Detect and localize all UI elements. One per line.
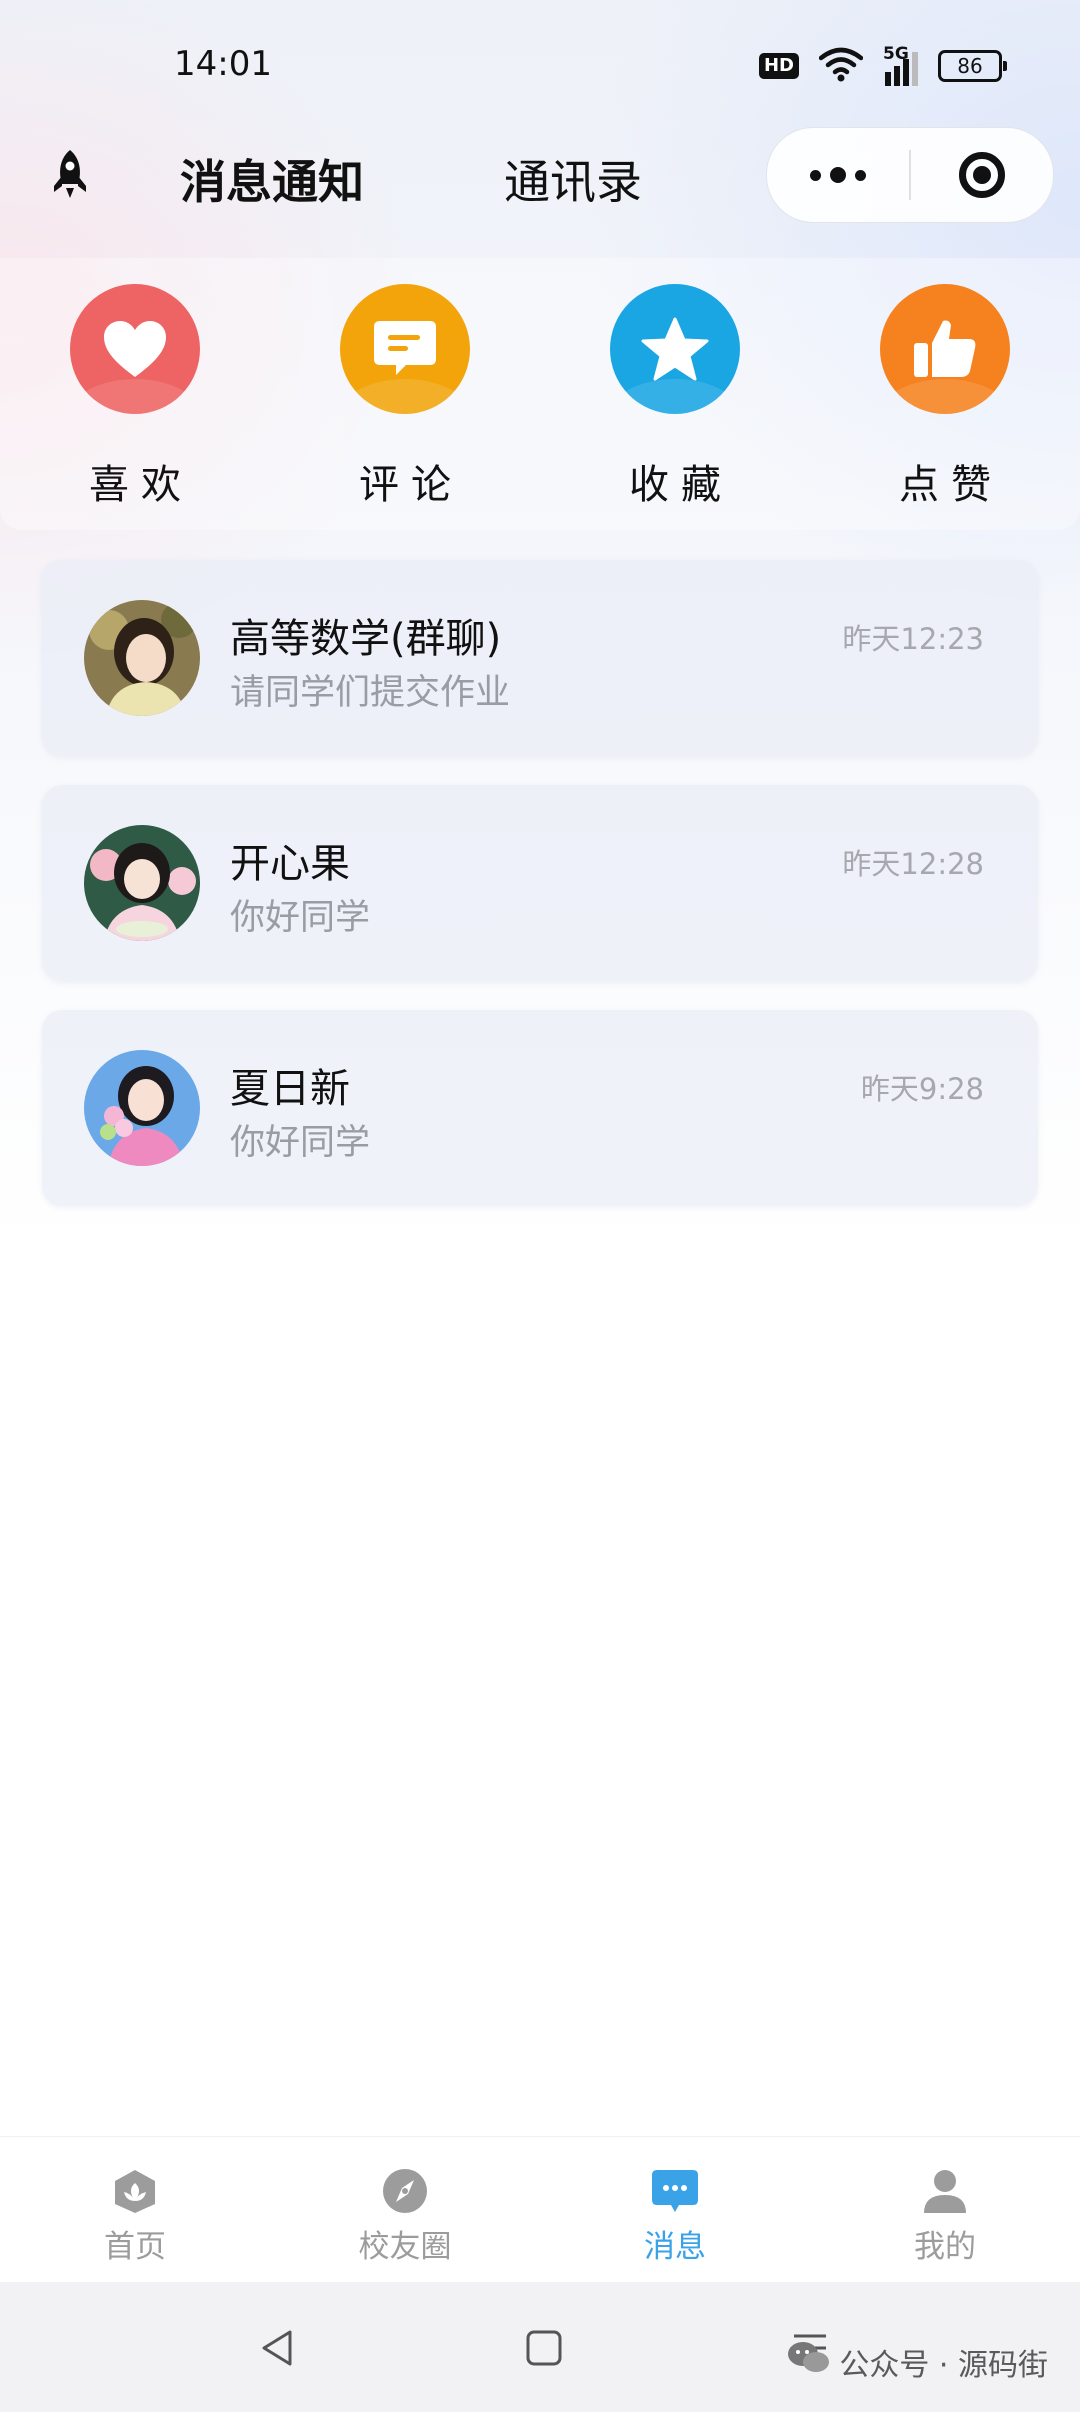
quick-action-label: 评论 — [359, 462, 463, 508]
quick-actions-panel: 喜欢 评论 收藏 点赞 — [0, 258, 1080, 530]
miniprogram-capsule — [766, 127, 1054, 223]
conversation-preview: 你好同学 — [230, 898, 371, 938]
rocket-icon[interactable] — [42, 148, 98, 204]
quick-action-thumbs-up[interactable]: 点赞 — [855, 284, 1035, 510]
back-icon[interactable] — [248, 2318, 308, 2378]
conversation-time: 昨天9:28 — [860, 1072, 984, 1106]
conversation-time: 昨天12:28 — [842, 847, 984, 881]
hd-badge: HD — [758, 53, 799, 79]
quick-action-label: 点赞 — [899, 462, 1003, 508]
nav-item-messages[interactable]: 消息 — [575, 2167, 775, 2266]
wifi-icon — [818, 46, 864, 86]
watermark: 公众号 · 源码街 — [787, 2340, 1048, 2384]
nav-item-alumni-circle[interactable]: 校友圈 — [305, 2167, 505, 2266]
conversation-item[interactable]: 开心果 你好同学 昨天12:28 — [42, 785, 1038, 981]
avatar — [84, 825, 200, 941]
nav-label: 我的 — [914, 2229, 976, 2265]
conversation-title: 高等数学(群聊) — [230, 616, 502, 662]
conversation-preview: 请同学们提交作业 — [230, 673, 511, 713]
comment-icon — [340, 284, 470, 414]
system-navigation-bar: 公众号 · 源码街 — [0, 2282, 1080, 2412]
battery-indicator: 86 — [938, 50, 1007, 82]
quick-action-label: 喜欢 — [89, 462, 193, 508]
bottom-nav: 首页 校友圈 消息 我的 — [0, 2136, 1080, 2283]
quick-action-label: 收藏 — [629, 462, 733, 508]
quick-action-favorite[interactable]: 收藏 — [585, 284, 765, 510]
home-square-icon[interactable] — [514, 2318, 574, 2378]
wechat-icon — [787, 2340, 831, 2384]
compass-icon — [381, 2167, 429, 2215]
cellular-signal-icon: 5G — [883, 44, 918, 86]
quick-action-like[interactable]: 喜欢 — [45, 284, 225, 510]
nav-item-home[interactable]: 首页 — [35, 2167, 235, 2266]
conversation-title: 开心果 — [230, 841, 350, 887]
quick-action-comment[interactable]: 评论 — [315, 284, 495, 510]
conversation-preview: 你好同学 — [230, 1123, 371, 1163]
avatar — [84, 600, 200, 716]
message-icon — [651, 2167, 699, 2215]
nav-label: 首页 — [104, 2229, 166, 2265]
target-icon[interactable] — [911, 128, 1053, 222]
nav-item-profile[interactable]: 我的 — [845, 2167, 1045, 2266]
network-type: 5G — [883, 44, 909, 64]
heart-icon — [70, 284, 200, 414]
nav-label: 校友圈 — [358, 2229, 452, 2265]
thumbs-up-icon — [880, 284, 1010, 414]
nav-label: 消息 — [644, 2229, 706, 2265]
home-icon — [111, 2167, 159, 2215]
status-time: 14:01 — [174, 44, 272, 84]
conversation-time: 昨天12:23 — [842, 622, 984, 656]
conversation-item[interactable]: 高等数学(群聊) 请同学们提交作业 昨天12:23 — [42, 560, 1038, 756]
status-icons: HD 5G 86 — [758, 44, 1007, 88]
avatar — [84, 1050, 200, 1166]
more-dots-icon[interactable] — [767, 128, 909, 222]
tab-messages[interactable]: 消息通知 — [180, 146, 364, 212]
profile-icon — [921, 2167, 969, 2215]
tab-contacts[interactable]: 通讯录 — [504, 146, 642, 212]
conversation-item[interactable]: 夏日新 你好同学 昨天9:28 — [42, 1010, 1038, 1206]
watermark-text: 公众号 · 源码街 — [839, 2348, 1048, 2383]
conversation-title: 夏日新 — [230, 1066, 350, 1112]
star-icon — [610, 284, 740, 414]
